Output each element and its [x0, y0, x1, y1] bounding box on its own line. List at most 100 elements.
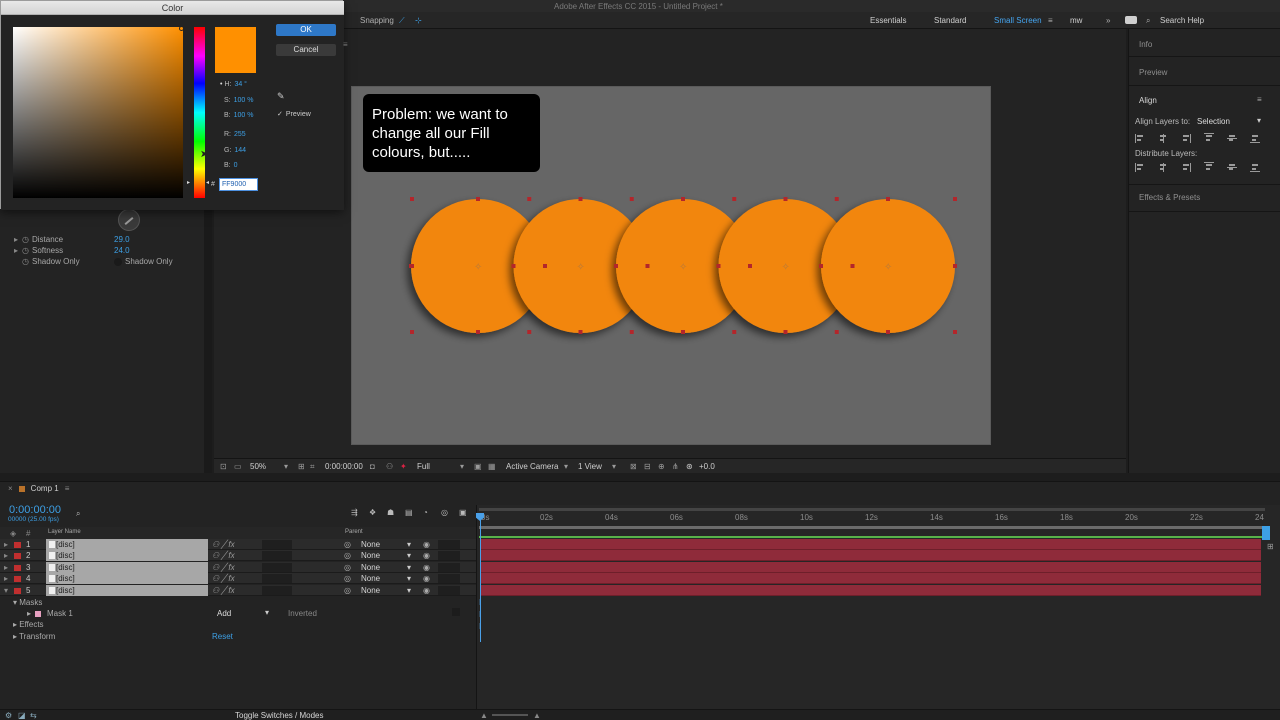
chevron-down-icon[interactable]: ▾ [407, 551, 411, 560]
chevron-down-icon[interactable]: ▾ [407, 586, 411, 595]
anchor-point-icon[interactable]: ✧ [577, 262, 585, 273]
transform-handle[interactable] [511, 264, 516, 268]
chevron-down-icon[interactable]: ▾ [460, 462, 464, 471]
transform-handle[interactable] [783, 197, 788, 201]
chevron-down-icon[interactable]: ▾ [564, 462, 568, 471]
camera-snapshot-icon[interactable]: ◘ [370, 462, 375, 471]
green-field[interactable]: G: 144 [220, 147, 246, 154]
chevron-down-icon[interactable]: ▾ [265, 608, 269, 617]
mask-1-row[interactable]: ▸ Mask 1 [27, 609, 73, 618]
layer-label-color[interactable] [14, 553, 21, 560]
layer-name-header[interactable]: Layer Name [48, 529, 81, 535]
in-out-icon[interactable]: ⇆ [30, 711, 37, 720]
prop-value[interactable]: 24.0 [114, 246, 130, 255]
chevron-down-icon[interactable]: ▾ [612, 462, 616, 471]
layer-name[interactable]: [disc] [46, 573, 208, 585]
snapping-icon[interactable]: ⟋ [399, 16, 405, 26]
layer-switch-boxes[interactable] [262, 540, 292, 549]
layer-parent-select[interactable]: None [361, 586, 380, 595]
solo-lock-boxes[interactable] [438, 574, 460, 584]
align-button-6-icon[interactable] [1250, 133, 1260, 143]
chevron-down-icon[interactable]: ▾ [284, 462, 288, 471]
toggle-pixel-aspect-icon[interactable]: ⊠ [630, 462, 637, 471]
comp-flowchart-icon[interactable]: ⇶ [351, 508, 358, 517]
camera-select[interactable]: Active Camera [506, 462, 558, 471]
distribute-button-3-icon[interactable] [1181, 162, 1191, 172]
align-button-5-icon[interactable] [1227, 133, 1237, 143]
dialog-title[interactable]: Color [1, 1, 344, 15]
hue-slider-left-arrow-icon[interactable]: ▸ [187, 179, 190, 186]
stopwatch-icon[interactable]: ◷ [22, 257, 29, 266]
transform-handle[interactable] [953, 330, 957, 334]
workspace-small-screen[interactable]: Small Screen [994, 16, 1042, 25]
transform-reset-link[interactable]: Reset [212, 632, 233, 641]
cancel-button[interactable]: Cancel [276, 44, 336, 56]
hue-field[interactable]: • H: 34 ° [220, 81, 247, 88]
chevron-down-icon[interactable]: ▾ [407, 563, 411, 572]
transform-handle[interactable] [886, 197, 890, 201]
transform-handle[interactable] [732, 197, 737, 201]
overflow-chevron-icon[interactable]: » [1106, 16, 1110, 25]
layer-row[interactable]: ▾ 5 [disc] ⚇ ╱ fx ◎ None ▾ ◉ [0, 584, 476, 596]
transfer-controls-icon[interactable]: ◪ [18, 711, 26, 720]
magnifier-icon[interactable]: ⊡ [220, 462, 227, 471]
flowchart-icon[interactable]: ⊕ [658, 462, 665, 471]
align-panel-tab[interactable]: Align [1139, 96, 1157, 105]
layer-switches[interactable]: ⚇ ╱ fx [212, 540, 235, 549]
workspace-mw[interactable]: mw [1070, 16, 1082, 25]
workspace-menu-icon[interactable]: ≡ [1048, 16, 1053, 25]
brightness-field[interactable]: B: 100 % [220, 112, 253, 119]
solo-lock-boxes[interactable] [438, 562, 460, 572]
mask-mode-select[interactable]: Add [217, 609, 231, 618]
pick-whip-icon[interactable]: ◎ [344, 551, 351, 560]
transform-handle[interactable] [834, 330, 839, 334]
stopwatch-icon[interactable]: ◷ [22, 235, 29, 244]
layer-row[interactable]: ▸ 4 [disc] ⚇ ╱ fx ◎ None ▾ ◉ [0, 573, 476, 585]
transform-handle[interactable] [543, 264, 547, 268]
exposure-value[interactable]: +0.0 [699, 462, 715, 471]
solo-lock-boxes[interactable] [438, 540, 460, 549]
transform-handle[interactable] [527, 330, 532, 334]
transform-handle[interactable] [819, 264, 823, 268]
layer-duration-bar[interactable] [481, 539, 1261, 550]
expand-arrow-icon[interactable]: ▸ [4, 551, 8, 560]
parent-header[interactable]: Parent [345, 529, 363, 535]
expand-arrow-icon[interactable]: ▸ [4, 563, 8, 572]
info-panel-tab[interactable]: Info [1139, 40, 1152, 49]
hue-slider[interactable] [194, 27, 205, 198]
saturation-field[interactable]: S: 100 % [220, 97, 253, 104]
timeline-timecode[interactable]: 0:00:00:00 [9, 504, 61, 516]
eye-visibility-icon[interactable]: ◉ [423, 586, 430, 595]
toggle-switches-modes[interactable]: Toggle Switches / Modes [235, 711, 324, 720]
work-area-bar[interactable] [479, 526, 1262, 529]
transform-handle[interactable] [953, 264, 957, 268]
transform-handle[interactable] [748, 264, 752, 268]
flowchart-tree-icon[interactable]: ⋔ [672, 462, 679, 471]
transparency-grid-icon[interactable]: ▦ [488, 462, 496, 471]
align-to-select[interactable]: Selection [1197, 117, 1230, 126]
timeline-icon[interactable]: ⊟ [644, 462, 651, 471]
distribute-button-2-icon[interactable] [1158, 162, 1168, 172]
timeline-tab[interactable]: × Comp 1 ≡ [8, 484, 69, 493]
transform-handle[interactable] [645, 264, 650, 268]
layer-label-color[interactable] [14, 576, 21, 583]
timeline-zoom-slider[interactable] [492, 714, 528, 716]
expand-arrow-icon[interactable]: ▸ [14, 235, 18, 244]
shy-layers-icon[interactable]: ☗ [387, 508, 394, 517]
pick-whip-icon[interactable]: ◎ [344, 574, 351, 583]
transform-handle[interactable] [476, 330, 480, 334]
view-layout-select[interactable]: 1 View [578, 462, 602, 471]
layer-label-color[interactable] [14, 587, 21, 594]
snapping-label[interactable]: Snapping [360, 16, 394, 25]
expand-arrow-icon[interactable]: ▸ [4, 540, 8, 549]
solo-lock-boxes[interactable] [438, 585, 460, 595]
pick-whip-icon[interactable]: ◎ [344, 563, 351, 572]
search-icon[interactable]: ⌕ [1146, 16, 1150, 26]
eyedropper-icon[interactable]: ✎ [277, 91, 285, 102]
viewer-timecode[interactable]: 0:00:00:00 [325, 462, 363, 471]
transform-handle[interactable] [629, 330, 634, 334]
layer-duration-bar[interactable] [481, 584, 1261, 596]
layer-switches[interactable]: ⚇ ╱ fx [212, 551, 235, 560]
zoom-in-icon[interactable]: ▲ [533, 711, 541, 720]
prop-distance[interactable]: ▸ ◷ Distance 29.0 [14, 235, 130, 244]
